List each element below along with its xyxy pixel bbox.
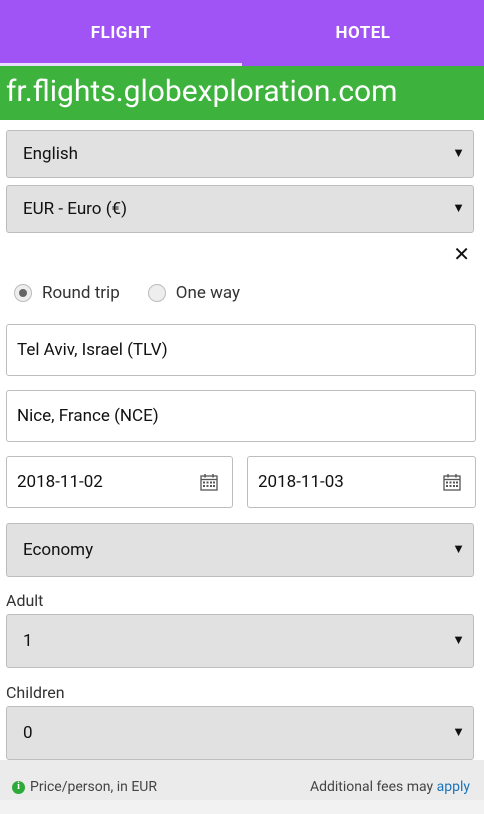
site-domain-title: fr.flights.globexploration.com bbox=[6, 74, 398, 109]
tab-flight-label: FLIGHT bbox=[90, 23, 152, 43]
return-date-input[interactable]: 2018-11-03 bbox=[247, 456, 476, 508]
trip-type-group: Round trip One way bbox=[14, 283, 268, 303]
adult-label: Adult bbox=[6, 591, 44, 610]
language-select[interactable]: English ▼ bbox=[6, 130, 474, 178]
one-way-radio[interactable] bbox=[147, 284, 166, 302]
currency-select[interactable]: EUR - Euro (€) ▼ bbox=[6, 185, 474, 233]
adult-count-value: 1 bbox=[23, 631, 33, 651]
depart-date-value: 2018-11-02 bbox=[17, 472, 103, 492]
tab-hotel-label: HOTEL bbox=[335, 23, 391, 43]
chevron-down-icon: ▼ bbox=[452, 725, 465, 740]
search-form-panel: English ▼ EUR - Euro (€) ▼ ✕ Round trip … bbox=[0, 120, 484, 800]
one-way-label[interactable]: One way bbox=[176, 283, 240, 303]
chevron-down-icon: ▼ bbox=[452, 146, 465, 161]
return-date-value: 2018-11-03 bbox=[258, 472, 344, 492]
info-icon: i bbox=[12, 780, 25, 794]
price-note: i Price/person, in EUR bbox=[12, 760, 157, 814]
origin-input[interactable]: Tel Aviv, Israel (TLV) bbox=[6, 324, 476, 376]
price-note-text: Price/person, in EUR bbox=[30, 779, 157, 795]
currency-value: EUR - Euro (€) bbox=[23, 199, 127, 219]
children-count-select[interactable]: 0 ▼ bbox=[6, 706, 474, 760]
fees-apply-link[interactable]: apply bbox=[437, 779, 470, 795]
cabin-class-select[interactable]: Economy ▼ bbox=[6, 523, 474, 577]
destination-value: Nice, France (NCE) bbox=[17, 406, 159, 426]
children-label: Children bbox=[6, 683, 65, 702]
close-icon[interactable]: ✕ bbox=[453, 242, 470, 266]
cabin-class-value: Economy bbox=[23, 540, 94, 560]
language-value: English bbox=[23, 144, 79, 164]
adult-count-select[interactable]: 1 ▼ bbox=[6, 614, 474, 668]
chevron-down-icon: ▼ bbox=[452, 633, 465, 648]
top-tab-bar: FLIGHT HOTEL bbox=[0, 0, 484, 66]
site-banner: fr.flights.globexploration.com bbox=[0, 66, 484, 120]
round-trip-label[interactable]: Round trip bbox=[42, 283, 120, 303]
calendar-icon[interactable] bbox=[443, 473, 461, 491]
chevron-down-icon: ▼ bbox=[452, 542, 465, 557]
tab-hotel[interactable]: HOTEL bbox=[242, 0, 484, 66]
price-footer: i Price/person, in EUR Additional fees m… bbox=[0, 760, 484, 800]
children-count-value: 0 bbox=[23, 723, 33, 743]
depart-date-input[interactable]: 2018-11-02 bbox=[6, 456, 233, 508]
chevron-down-icon: ▼ bbox=[452, 201, 465, 216]
origin-value: Tel Aviv, Israel (TLV) bbox=[17, 340, 168, 360]
round-trip-radio[interactable] bbox=[14, 284, 32, 302]
fees-text: Additional fees may bbox=[309, 779, 434, 795]
calendar-icon[interactable] bbox=[200, 473, 218, 491]
fees-note: Additional fees may apply bbox=[310, 760, 470, 814]
destination-input[interactable]: Nice, France (NCE) bbox=[6, 390, 476, 442]
tab-flight[interactable]: FLIGHT bbox=[0, 0, 242, 66]
